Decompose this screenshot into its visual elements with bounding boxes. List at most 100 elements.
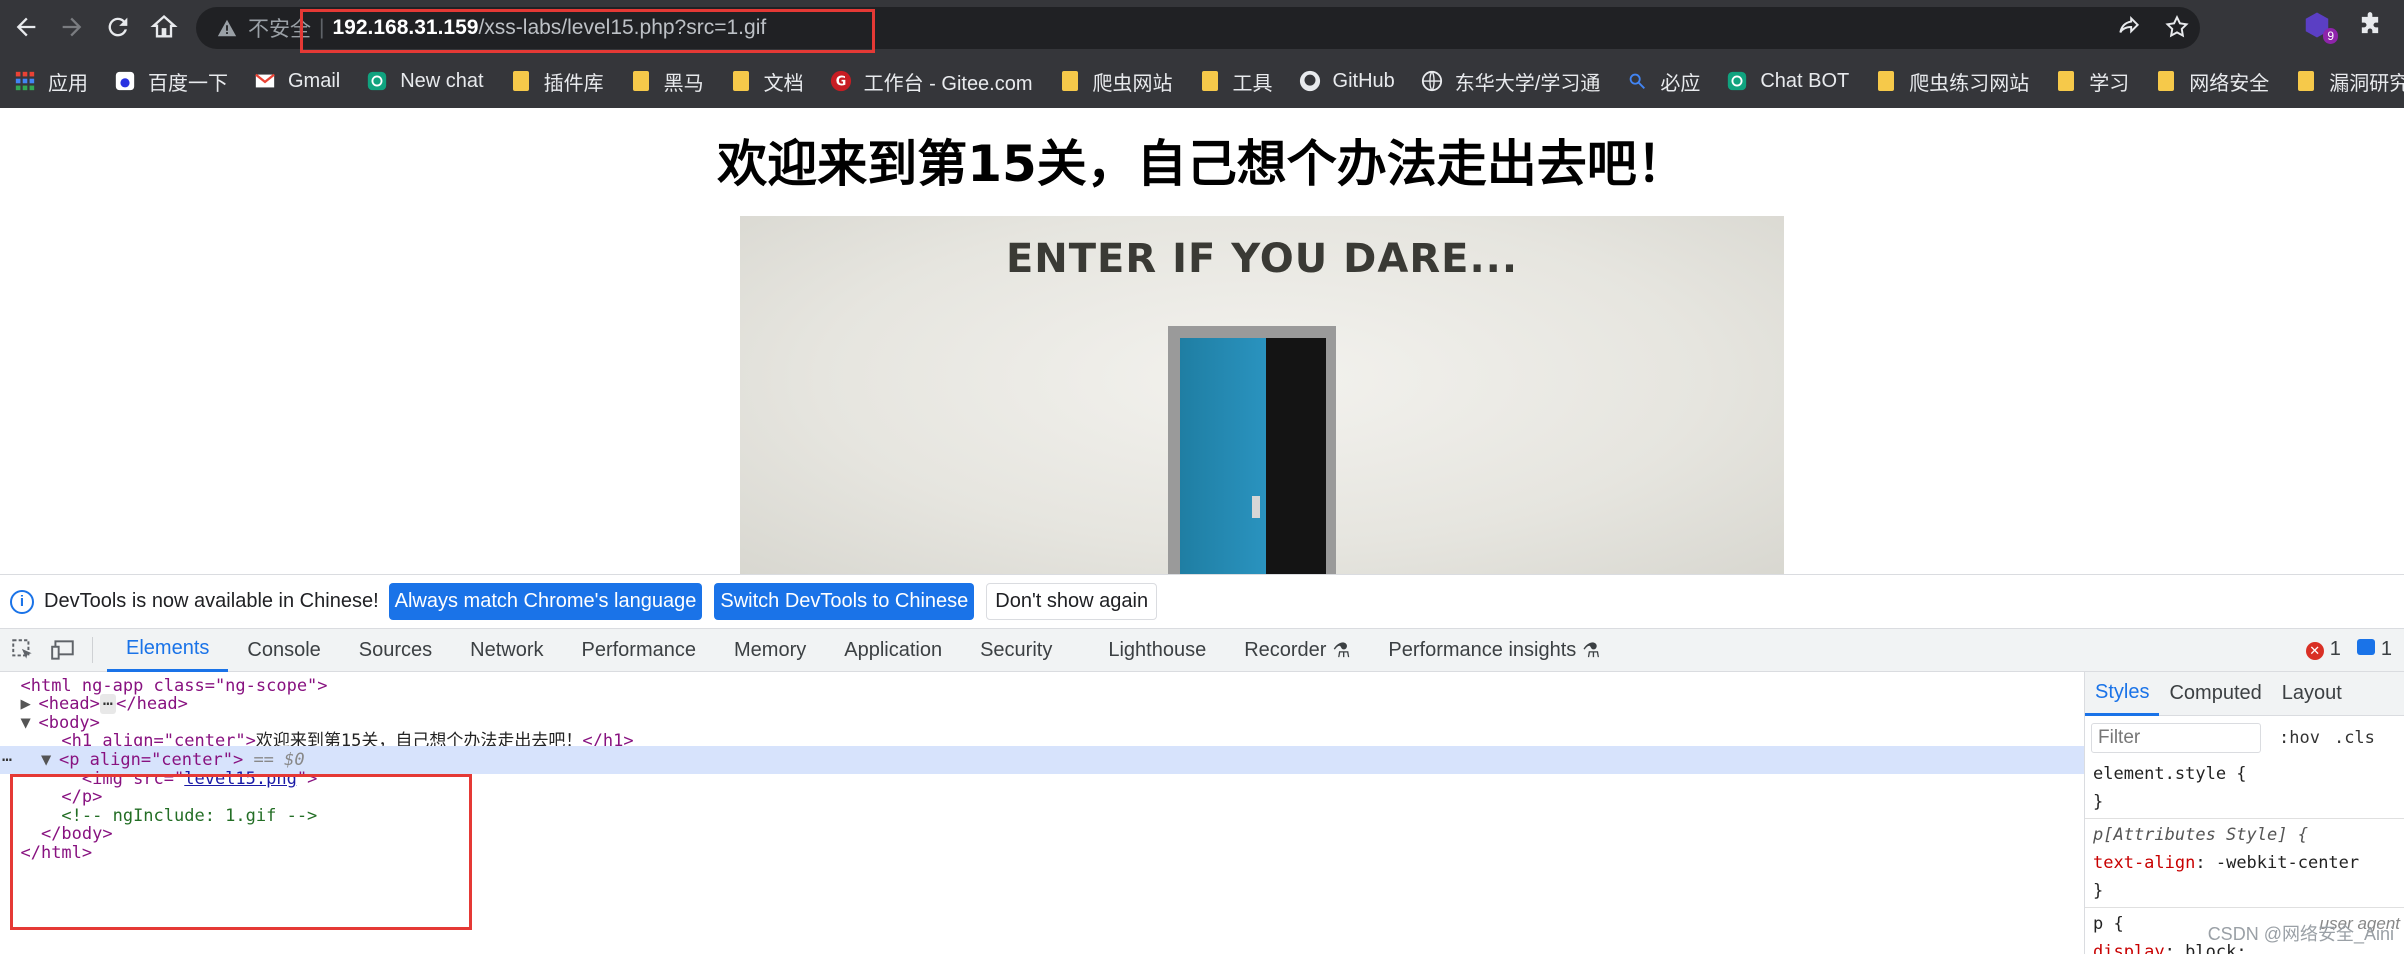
bookmark-star-icon[interactable] [2164, 14, 2190, 40]
extensions-area: 9 [2302, 10, 2384, 44]
device-toolbar-icon[interactable] [50, 637, 76, 663]
url-highlight-box [300, 9, 875, 53]
bookmark-item[interactable]: 学习 [2055, 67, 2129, 96]
hover-state-toggle[interactable]: :hov [2279, 728, 2320, 748]
bookmark-item[interactable]: 应用 [14, 67, 88, 96]
bookmark-item[interactable]: Gmail [254, 70, 340, 93]
share-icon[interactable] [2116, 14, 2142, 40]
gitee-icon: G [830, 70, 852, 92]
attributes-style-rule[interactable]: p[Attributes Style] { text-align: -webki… [2085, 821, 2404, 905]
devtools-tab-network[interactable]: Network [451, 628, 562, 672]
bookmark-label: 爬虫练习网站 [1909, 72, 2030, 95]
devtools-tab-label: Elements [126, 637, 210, 659]
bookmark-item[interactable]: 漏洞研究 [2295, 67, 2404, 96]
bookmark-item[interactable]: 东华大学/学习通 [1421, 67, 1600, 96]
bookmark-item[interactable]: 工具 [1199, 67, 1273, 96]
attributes-style-selector: p[Attributes Style] { [2093, 825, 2308, 845]
tabbar-divider [92, 637, 93, 663]
bing-icon [1626, 70, 1648, 92]
devtools-tab-performance-insights[interactable]: Performance insights ⚗ [1369, 628, 1619, 672]
home-icon [150, 14, 178, 38]
devtools-tab-label: Performance [581, 638, 697, 661]
omnibox-actions [2116, 14, 2190, 40]
bookmark-item[interactable]: G 工作台 - Gitee.com [830, 67, 1033, 96]
inspect-element-icon[interactable] [10, 637, 36, 663]
back-button[interactable] [6, 7, 46, 47]
bookmark-item[interactable]: 文档 [730, 67, 804, 96]
rule-divider [2085, 818, 2404, 819]
folder-icon [1199, 70, 1221, 92]
warning-triangle-icon [217, 19, 237, 37]
styles-tab-computed[interactable]: Computed [2159, 672, 2271, 716]
element-style-rule[interactable]: element.style { } [2085, 760, 2404, 816]
bookmark-item[interactable]: 爬虫网站 [1059, 67, 1173, 96]
bookmark-item[interactable]: GitHub [1299, 70, 1395, 93]
experimental-flask-icon: ⚗ [1582, 639, 1601, 662]
bookmark-item[interactable]: 网络安全 [2155, 67, 2269, 96]
extension-button[interactable]: 9 [2302, 10, 2338, 44]
info-icon: i [10, 589, 34, 614]
devtools-tab-label: Network [470, 638, 544, 661]
text-align-value: -webkit-center [2215, 853, 2360, 873]
bookmark-item[interactable]: 插件库 [510, 67, 604, 96]
bookmark-label: New chat [400, 69, 484, 92]
experimental-flask-icon: ⚗ [1332, 639, 1351, 662]
bookmark-label: 漏洞研究 [2329, 72, 2404, 95]
door-handle [1252, 496, 1260, 518]
reload-icon [108, 17, 128, 37]
extension-badge-count: 9 [2323, 28, 2338, 44]
switch-to-chinese-button[interactable]: Switch DevTools to Chinese [714, 583, 975, 620]
styles-tab-styles[interactable]: Styles [2085, 672, 2160, 716]
class-toggle[interactable]: .cls [2334, 728, 2375, 748]
devtools-tab-label: Performance insights [1388, 638, 1577, 661]
message-counter[interactable]: 1 [2356, 638, 2392, 661]
devtools-tab-label: Console [247, 638, 321, 661]
bookmark-label: 必应 [1660, 72, 1701, 95]
devtools-tab-sources[interactable]: Sources [340, 628, 451, 672]
devtools-tabbar: Elements Console Sources Network Performance… [0, 628, 2404, 672]
styles-tab-layout[interactable]: Layout [2272, 672, 2352, 716]
devtools-tab-label: Sources [358, 638, 433, 661]
styles-tabbar: Styles Computed Layout [2085, 672, 2404, 716]
reload-button[interactable] [98, 7, 138, 47]
devtools-tab-label: Application [844, 638, 943, 661]
devtools-tab-console[interactable]: Console [228, 628, 339, 672]
openai-icon [366, 70, 388, 92]
forward-button[interactable] [52, 7, 92, 47]
devtools-tab-lighthouse[interactable]: Lighthouse [1089, 628, 1225, 672]
puzzle-extensions-icon[interactable] [2356, 11, 2384, 39]
home-button[interactable] [144, 7, 184, 47]
bookmark-item[interactable]: 必应 [1626, 67, 1700, 96]
devtools-tab-list: Elements Console Sources Network Performance… [107, 628, 1619, 672]
error-counter[interactable]: ✕ 1 [2305, 638, 2341, 661]
bookmark-label: 工具 [1232, 72, 1273, 95]
chatbot-icon [1726, 70, 1748, 92]
devtools-language-infobar: i DevTools is now available in Chinese! … [0, 574, 2404, 628]
devtools-tab-application[interactable]: Application [825, 628, 961, 672]
error-count: 1 [2329, 638, 2341, 660]
dont-show-again-button[interactable]: Don't show again [986, 583, 1158, 620]
devtools-tab-performance[interactable]: Performance [563, 628, 716, 672]
devtools-tab-recorder[interactable]: Recorder ⚗ [1225, 628, 1369, 672]
apps-grid-icon [14, 70, 36, 92]
devtools-tab-label: Lighthouse [1108, 638, 1207, 661]
bookmark-item[interactable]: 黑马 [630, 67, 704, 96]
bookmark-item[interactable]: 百度一下 [114, 67, 228, 96]
bookmark-item[interactable]: 爬虫练习网站 [1875, 67, 2029, 96]
door-panel [1180, 338, 1266, 574]
infobar-message: DevTools is now available in Chinese! [44, 590, 379, 612]
bookmark-label: 应用 [48, 72, 88, 95]
folder-icon [2155, 70, 2177, 92]
bookmark-item[interactable]: New chat [366, 69, 484, 93]
styles-filter-input[interactable]: Filter [2091, 723, 2261, 753]
bookmark-label: 爬虫网站 [1092, 72, 1173, 95]
rule-divider [2085, 907, 2404, 908]
baidu-icon [114, 70, 136, 92]
devtools-tab-security[interactable]: Security [961, 628, 1071, 672]
bookmark-item[interactable]: Chat BOT [1726, 70, 1849, 93]
image-caption: ENTER IF YOU DARE... [1005, 236, 1519, 282]
devtools-tab-memory[interactable]: Memory [715, 628, 825, 672]
always-match-language-button[interactable]: Always match Chrome's language [388, 583, 703, 620]
devtools-tab-elements[interactable]: Elements [107, 628, 229, 672]
page-viewport: 欢迎来到第15关，自己想个办法走出去吧！ ENTER IF YOU DARE..… [0, 108, 2404, 574]
